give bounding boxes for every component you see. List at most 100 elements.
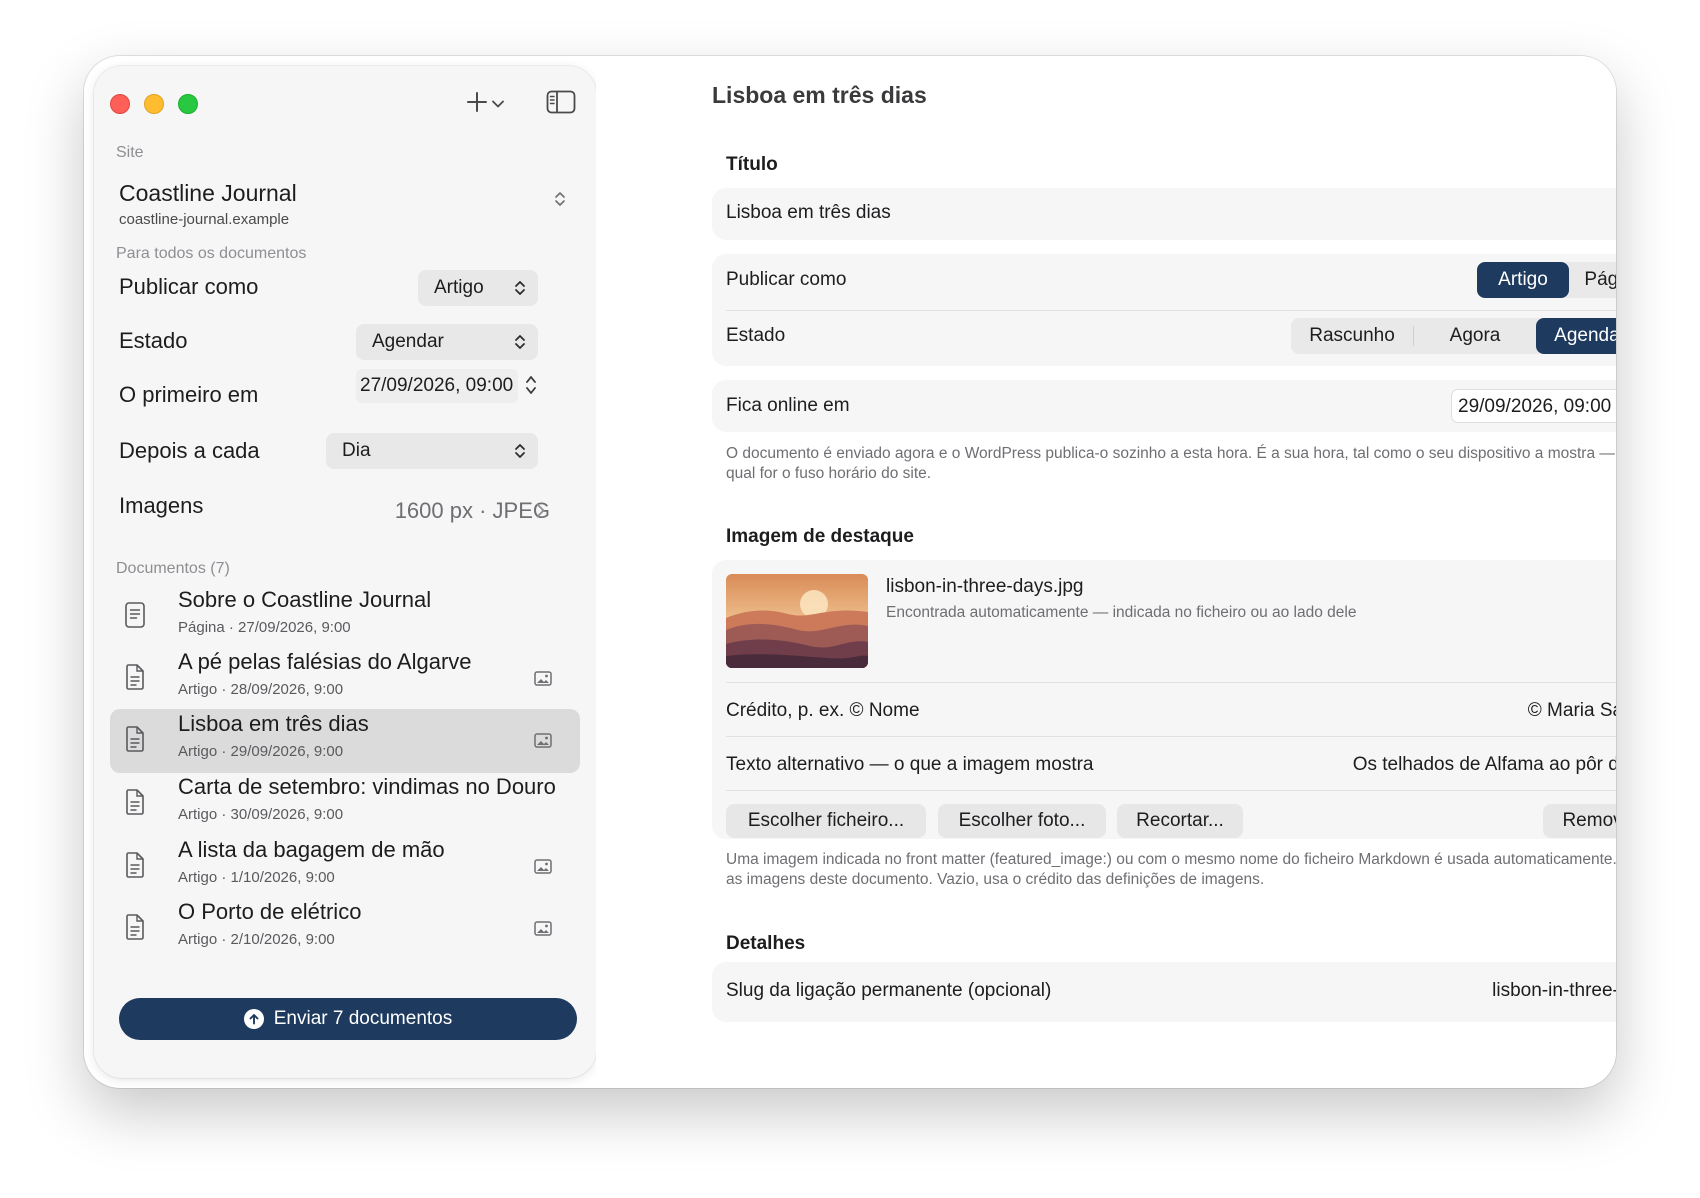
status-value: Agendar <box>372 331 444 352</box>
chevron-right-icon <box>536 503 545 523</box>
document-item-selected[interactable]: Lisboa em três dias Artigo · 29/09/2026,… <box>110 709 580 773</box>
document-icon <box>124 788 146 821</box>
sidebar: Site Coastline Journal coastline-journal… <box>94 66 596 1078</box>
app-window: Site Coastline Journal coastline-journal… <box>84 56 1616 1088</box>
separator <box>726 790 1616 791</box>
site-url: coastline-journal.example <box>119 211 290 228</box>
add-menu-button[interactable] <box>466 88 504 120</box>
page-document-icon <box>124 601 146 634</box>
sidebar-toggle-icon <box>546 90 576 119</box>
zoom-window-button[interactable] <box>178 94 198 114</box>
online-note: O documento é enviado agora e o WordPres… <box>726 445 1616 482</box>
image-icon <box>534 859 552 879</box>
image-icon <box>534 733 552 753</box>
images-label: Imagens <box>119 493 204 518</box>
segment-pagina[interactable]: Página <box>1569 262 1616 298</box>
featured-heading: Imagem de destaque <box>726 526 914 547</box>
details-heading: Detalhes <box>726 933 806 954</box>
document-subtitle: Artigo · 29/09/2026, 9:00 <box>178 743 344 760</box>
document-subtitle: Página · 27/09/2026, 9:00 <box>178 619 351 636</box>
document-title: A lista da bagagem de mão <box>178 837 445 862</box>
status-popup[interactable]: Agendar <box>356 324 538 360</box>
separator <box>726 682 1616 683</box>
image-found-note: Encontrada automaticamente — indicada no… <box>886 604 1357 621</box>
every-label: Depois a cada <box>119 438 260 463</box>
featured-image-card: lisbon-in-three-days.jpg Encontrada auto… <box>712 560 1616 839</box>
title-heading: Título <box>726 154 778 175</box>
separator <box>726 736 1616 737</box>
publish-as-label: Publicar como <box>726 269 847 290</box>
updown-chevron-icon <box>514 333 526 357</box>
publish-as-popup[interactable]: Artigo <box>418 270 538 306</box>
document-item[interactable]: A lista da bagagem de mão Artigo · 1/10/… <box>110 835 580 899</box>
document-icon <box>124 913 146 946</box>
updown-chevron-icon <box>554 190 566 213</box>
site-section-label: Site <box>116 144 144 161</box>
featured-image-thumbnail <box>726 574 868 668</box>
title-field-value: Lisboa em três dias <box>726 202 891 223</box>
document-item[interactable]: Sobre o Coastline Journal Página · 27/09… <box>110 585 580 649</box>
choose-photo-button[interactable]: Escolher foto... <box>938 804 1106 838</box>
image-icon <box>534 671 552 691</box>
online-date-picker[interactable]: 29/09/2026, 09:00 <box>1451 389 1616 423</box>
every-value: Dia <box>342 440 371 461</box>
status-label: Estado <box>119 328 188 353</box>
online-card: Fica online em 29/09/2026, 09:00 <box>712 380 1616 432</box>
publish-as-label: Publicar como <box>119 274 259 299</box>
first-at-label: O primeiro em <box>119 382 259 407</box>
document-title: Carta de setembro: vindimas no Douro <box>178 774 556 799</box>
publish-as-segmented: Artigo Página <box>1477 262 1616 298</box>
document-title: Lisboa em três dias <box>178 711 369 736</box>
online-label: Fica online em <box>726 395 850 416</box>
document-icon <box>124 663 146 696</box>
online-date-value: 29/09/2026, 09:00 <box>1458 396 1612 417</box>
site-name: Coastline Journal <box>119 180 297 206</box>
slug-field[interactable]: Slug da ligação permanente (opcional) li… <box>712 962 1616 1022</box>
upload-arrow-icon <box>243 1009 264 1029</box>
every-popup[interactable]: Dia <box>326 433 538 469</box>
document-subtitle: Artigo · 2/10/2026, 9:00 <box>178 931 335 948</box>
close-window-button[interactable] <box>110 94 130 114</box>
credit-value: © Maria Santos <box>1527 700 1616 721</box>
segment-rascunho[interactable]: Rascunho <box>1291 318 1413 354</box>
send-button-label: Enviar 7 documentos <box>273 1008 453 1029</box>
document-item[interactable]: Carta de setembro: vindimas no Douro Art… <box>110 772 580 836</box>
send-documents-button[interactable]: Enviar 7 documentos <box>119 998 577 1040</box>
document-item[interactable]: O Porto de elétrico Artigo · 2/10/2026, … <box>110 897 580 949</box>
publish-as-value: Artigo <box>434 277 484 298</box>
minimize-window-button[interactable] <box>144 94 164 114</box>
alt-label: Texto alternativo — o que a imagem mostr… <box>726 754 1094 775</box>
featured-note: Uma imagem indicada no front matter (fea… <box>726 851 1616 888</box>
chevron-down-icon <box>492 95 504 113</box>
detail-pane: Lisboa em três dias Título Lisboa em trê… <box>596 56 1616 1088</box>
first-at-date-field[interactable]: 27/09/2026, 09:00 <box>356 369 518 403</box>
segment-agora[interactable]: Agora <box>1414 318 1536 354</box>
plus-icon <box>466 91 488 118</box>
credit-label: Crédito, p. ex. © Nome <box>726 700 920 721</box>
slug-value: lisbon-in-three-days <box>1492 980 1616 1001</box>
crop-button[interactable]: Recortar... <box>1117 804 1243 838</box>
updown-chevron-icon <box>514 442 526 466</box>
segment-artigo[interactable]: Artigo <box>1477 262 1569 298</box>
document-icon <box>124 851 146 884</box>
document-title: Sobre o Coastline Journal <box>178 587 432 612</box>
sidebar-toggle-button[interactable] <box>546 90 576 119</box>
image-icon <box>534 921 552 941</box>
title-field[interactable]: Lisboa em três dias <box>712 188 1616 240</box>
image-filename: lisbon-in-three-days.jpg <box>886 576 1084 597</box>
status-segmented: Rascunho Agora Agendado <box>1291 318 1616 354</box>
updown-chevron-icon <box>514 279 526 303</box>
separator <box>726 310 1616 311</box>
remove-button[interactable]: Remover <box>1543 804 1616 838</box>
publish-card: Publicar como Artigo Página Estado Rascu… <box>712 254 1616 366</box>
document-icon <box>124 725 146 758</box>
status-label: Estado <box>726 325 786 346</box>
choose-file-button[interactable]: Escolher ficheiro... <box>726 804 926 838</box>
date-stepper[interactable] <box>524 372 538 403</box>
document-subtitle: Artigo · 1/10/2026, 9:00 <box>178 869 335 886</box>
document-item[interactable]: A pé pelas falésias do Algarve Artigo · … <box>110 647 580 711</box>
alt-value: Os telhados de Alfama ao pôr do sol <box>1352 754 1616 775</box>
document-subtitle: Artigo · 28/09/2026, 9:00 <box>178 681 344 698</box>
window-title: Lisboa em três dias <box>712 82 927 108</box>
segment-agendado[interactable]: Agendado <box>1536 318 1616 354</box>
